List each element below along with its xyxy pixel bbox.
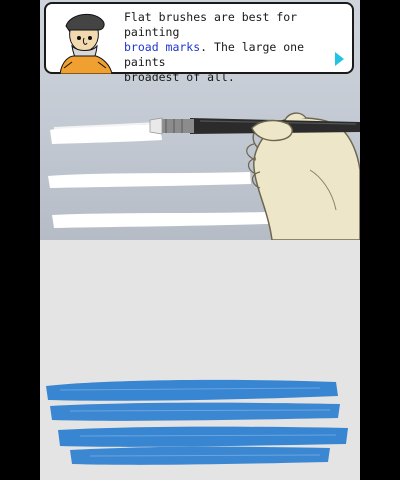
blue-stroke-2 xyxy=(50,402,340,421)
bottom-screen-canvas[interactable] xyxy=(40,240,360,480)
top-screen: Flat brushes are best for painting broad… xyxy=(40,0,360,240)
dialog-text: Flat brushes are best for painting broad… xyxy=(124,10,346,85)
dialog-highlight-broad-marks: broad marks xyxy=(124,40,201,54)
bearded-artist-portrait-icon xyxy=(59,13,113,74)
demo-stroke-wide xyxy=(50,122,162,144)
painting-canvas[interactable] xyxy=(40,240,360,480)
blue-stroke-3 xyxy=(58,426,348,447)
blue-stroke-1 xyxy=(46,379,338,401)
demo-stroke-narrow xyxy=(52,212,268,228)
blue-brush-strokes xyxy=(46,379,348,465)
demo-stroke-medium xyxy=(48,172,251,188)
dialog-line-3: broadest of all. xyxy=(124,70,235,84)
dialog-box[interactable]: Flat brushes are best for painting broad… xyxy=(44,2,354,84)
next-arrow-icon[interactable] xyxy=(335,52,344,66)
dialog-line-1: Flat brushes are best for painting xyxy=(124,10,298,39)
